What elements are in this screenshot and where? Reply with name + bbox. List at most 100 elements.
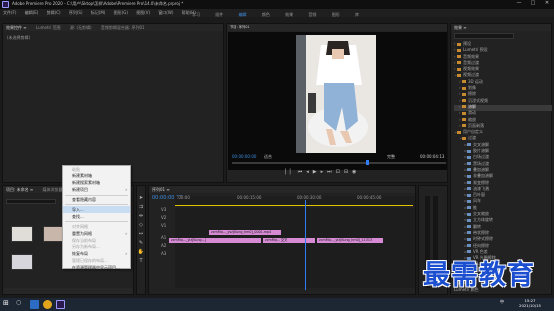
workspace-libraries[interactable]: 库 — [355, 13, 359, 17]
lift-icon[interactable]: ⊡ — [336, 169, 344, 175]
context-menu-item[interactable]: 恢复布局 › — [63, 251, 130, 258]
context-menu-item[interactable]: 查找... — [63, 213, 130, 220]
program-timecode-current[interactable]: 00:00:00:00 — [232, 155, 256, 159]
menu-clip[interactable]: 剪辑(C) — [47, 10, 61, 15]
file-explorer-icon[interactable] — [30, 300, 39, 309]
tools-panel: ➤ ⇉ ⇹ ◇ ↔ ✎ ✋ T — [136, 185, 146, 295]
watermark-logo: 最需教育 — [423, 260, 535, 291]
effects-search-input[interactable] — [454, 33, 514, 39]
language-indicator[interactable]: 中 — [500, 300, 504, 304]
context-menu-item[interactable]: 新建搜索素材箱 — [63, 180, 130, 187]
minimize-button[interactable]: — — [512, 1, 526, 8]
work-area-bar[interactable] — [175, 205, 413, 206]
hand-tool-icon[interactable]: ✋ — [137, 248, 145, 257]
tab-project[interactable]: 项目: 未命名 ≡ — [6, 187, 33, 192]
project-search-input[interactable] — [6, 199, 56, 204]
context-menu-item[interactable]: 新建项目 › — [63, 187, 130, 194]
folder-icon — [462, 105, 466, 109]
effects-tree-label: 擦除 — [468, 91, 476, 97]
program-fit-dropdown[interactable]: 适合 — [264, 155, 272, 159]
extract-icon[interactable]: ⊟ — [344, 169, 352, 175]
go-to-out-icon[interactable]: ⏭ — [327, 169, 336, 175]
slip-tool-icon[interactable]: ↔ — [137, 230, 145, 239]
mark-in-icon[interactable]: ▕ — [282, 169, 290, 175]
tab-lumetri-scopes[interactable]: Lumetri 范围 — [36, 25, 61, 30]
context-menu-item[interactable]: 查看隐藏内容 — [63, 197, 130, 204]
clock[interactable]: 15:27 2021/10/15 — [516, 299, 544, 308]
type-tool-icon[interactable]: T — [137, 257, 145, 266]
tab-effects[interactable]: 效果 ≡ — [454, 25, 467, 30]
clip-v1-2[interactable]: zcmMq... 交叉 — [263, 238, 315, 243]
clip-v1-1[interactable]: zcmMq..._yiz[Kung...] — [169, 238, 261, 243]
context-menu-item[interactable]: 重置为网格 › — [63, 230, 130, 237]
workspace-effects[interactable]: 效果 — [285, 13, 293, 17]
media-thumbnail[interactable] — [11, 226, 33, 242]
effects-tree: › 预设 › Lumetri 预设 › 音频效果 › 音频过渡 › 视频效果 ⌄ 视频过渡 › 3D 运动… — [454, 42, 552, 269]
workspace-audio[interactable]: 音频 — [308, 13, 316, 17]
folder-icon — [462, 118, 466, 122]
workspace-graphics[interactable]: 图形 — [332, 13, 340, 17]
timeline-tracks-area[interactable] — [175, 208, 415, 288]
menu-graphics[interactable]: 图形(G) — [114, 10, 128, 15]
effects-tree-label: 预设 — [463, 41, 471, 46]
menu-window[interactable]: 窗口(W) — [158, 10, 173, 15]
play-icon[interactable]: ▶ — [313, 169, 321, 175]
effects-tree-label: 带状擦除 — [473, 229, 489, 235]
tab-media-browser[interactable]: 媒体浏览器 — [43, 187, 63, 192]
maximize-button[interactable]: □ — [526, 1, 540, 8]
ripple-edit-tool-icon[interactable]: ⇹ — [137, 212, 145, 221]
workspace-learn[interactable]: 学习 — [192, 13, 200, 17]
context-menu-item[interactable]: 导入... — [63, 206, 130, 214]
context-menu-item[interactable]: 在资源管理器中显示项目... — [63, 265, 130, 272]
context-menu-item: 保存当前布局 — [63, 237, 130, 244]
menu-file[interactable]: 文件(F) — [3, 10, 16, 15]
tab-program[interactable]: 节目: 序列01 — [230, 25, 250, 29]
context-menu-item[interactable]: 新建素材箱 — [63, 173, 130, 180]
workspace-color[interactable]: 颜色 — [262, 13, 270, 17]
razor-tool-icon[interactable]: ◇ — [137, 221, 145, 230]
media-thumbnail[interactable] — [11, 254, 33, 270]
browser-icon[interactable] — [43, 300, 52, 309]
track-a3[interactable]: A3 — [149, 252, 173, 260]
menu-separator — [65, 204, 128, 206]
pen-tool-icon[interactable]: ✎ — [137, 239, 145, 248]
context-menu-item: 管理已保存的布局... — [63, 258, 130, 265]
mark-out-icon[interactable]: ▏ — [290, 169, 298, 175]
track-select-tool-icon[interactable]: ⇉ — [137, 203, 145, 212]
camera-icon[interactable]: ◉ — [352, 169, 360, 175]
workspace-assembly[interactable]: 组件 — [215, 13, 223, 17]
menu-marker[interactable]: 标记(M) — [91, 10, 106, 15]
tab-source[interactable]: 源: (无剪辑) — [70, 25, 92, 30]
context-menu-label: 新建搜索素材箱 — [72, 180, 100, 186]
tab-audio-clip-mixer[interactable]: 音频剪辑混合器: 序列01 — [101, 25, 145, 30]
program-playhead[interactable] — [366, 160, 369, 165]
go-to-in-icon[interactable]: ⏮ — [298, 169, 307, 175]
search-icon[interactable]: ○ — [16, 300, 25, 309]
program-scrubber[interactable] — [232, 162, 446, 164]
context-menu-label: 对齐网格 — [72, 223, 88, 229]
timeline-playhead[interactable] — [305, 200, 306, 290]
premiere-taskbar-icon[interactable] — [56, 300, 65, 309]
tab-sequence[interactable]: 序列01 ≡ — [152, 187, 170, 192]
clip-v2[interactable]: zcmMq..._ysz[Kung_hm0]_0001.mp4 — [209, 230, 281, 235]
close-button[interactable]: ✕ — [540, 1, 554, 8]
effects-tree-label: 白场过渡 — [473, 154, 489, 160]
selection-tool-icon[interactable]: ➤ — [137, 194, 145, 203]
transition-icon — [467, 181, 471, 185]
tab-effect-controls[interactable]: 效果控件 ≡ — [6, 25, 27, 30]
program-quality-dropdown[interactable]: 完整 — [387, 155, 395, 159]
workspace-editing[interactable]: 编辑 — [239, 13, 247, 17]
track-v1[interactable]: V1 — [149, 224, 173, 232]
start-icon[interactable]: ⊞ — [3, 300, 12, 309]
ruler-label: 00:00:30:00 — [297, 195, 322, 200]
ruler-label: :00:00 — [177, 195, 190, 200]
clip-v1-3[interactable]: zcmMq..._yiz[Kung_hm0]_11313 — [317, 238, 383, 243]
context-menu-item: 对齐网格 — [63, 223, 130, 230]
menu-sequence[interactable]: 序列(S) — [69, 10, 83, 15]
context-menu-label: 恢复布局 — [72, 251, 88, 257]
menu-separator — [65, 221, 128, 223]
transition-icon — [467, 162, 471, 166]
menu-edit[interactable]: 编辑(E) — [25, 10, 39, 15]
menu-view[interactable]: 视图(V) — [136, 10, 150, 15]
transition-icon — [467, 231, 471, 235]
